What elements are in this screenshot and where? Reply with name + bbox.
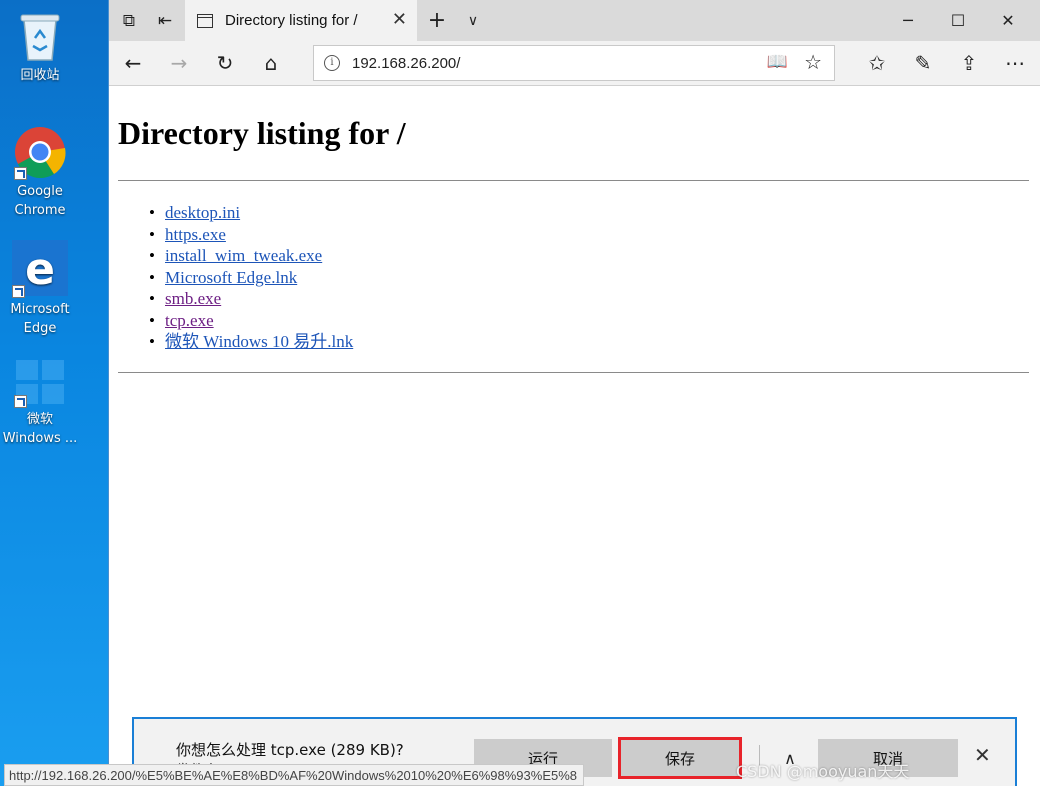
- desktop-icon-microsoft-edge[interactable]: e Microsoft Edge: [0, 240, 80, 338]
- recycle-bin-icon: [18, 10, 62, 62]
- set-aside-tabs-icon[interactable]: ⧉: [111, 0, 147, 41]
- address-bar[interactable]: i 192.168.26.200/ 📖 ☆: [313, 45, 835, 81]
- desktop-icon-label: 微软 Windows ...: [2, 412, 78, 446]
- desktop-icon-label: Microsoft Edge: [10, 302, 70, 336]
- reading-view-icon[interactable]: 📖: [767, 52, 788, 72]
- home-icon[interactable]: ⌂: [253, 45, 289, 81]
- file-link-desktop-ini[interactable]: desktop.ini: [165, 203, 240, 222]
- list-item: Microsoft Edge.lnk: [149, 267, 353, 289]
- close-download-bar-icon[interactable]: ✕: [974, 743, 991, 767]
- divider-top: [118, 180, 1029, 181]
- list-item: desktop.ini: [149, 202, 353, 224]
- share-icon[interactable]: ⇪: [951, 45, 987, 81]
- list-item: https.exe: [149, 224, 353, 246]
- shortcut-arrow-icon: [14, 395, 27, 408]
- refresh-icon[interactable]: ↻: [207, 45, 243, 81]
- favorite-star-icon[interactable]: ☆: [804, 50, 822, 74]
- more-menu-icon[interactable]: ⋯: [997, 45, 1033, 81]
- forward-icon[interactable]: →: [161, 45, 197, 81]
- tab-title: Directory listing for /: [225, 12, 358, 29]
- web-note-pen-icon[interactable]: ✎: [905, 45, 941, 81]
- tab-preview-chevron-icon[interactable]: ∨: [455, 0, 491, 41]
- desktop-icon-recycle-bin[interactable]: 回收站: [0, 10, 80, 85]
- edge-browser-window: ⧉ ⇤ Directory listing for / ✕ + ∨ ─ ☐ ✕ …: [108, 0, 1040, 786]
- navigation-bar: ← → ↻ ⌂ i 192.168.26.200/ 📖 ☆ ✩ ✎ ⇪ ⋯: [109, 41, 1040, 86]
- file-link-tcp-exe[interactable]: tcp.exe: [165, 311, 214, 330]
- edge-icon: e: [12, 240, 68, 298]
- tab-directory-listing[interactable]: Directory listing for / ✕: [185, 0, 417, 41]
- desktop-icon-label: Google Chrome: [14, 184, 66, 218]
- tabs-aside-icon[interactable]: ⇤: [147, 0, 183, 41]
- site-info-icon[interactable]: i: [324, 55, 340, 71]
- save-button[interactable]: 保存: [618, 737, 742, 779]
- back-icon[interactable]: ←: [115, 45, 151, 81]
- file-link-windows-upgrade[interactable]: 微软 Windows 10 易升.lnk: [165, 332, 353, 351]
- address-url[interactable]: 192.168.26.200/: [352, 55, 460, 72]
- svg-text:e: e: [25, 244, 55, 295]
- chrome-icon: [14, 126, 66, 180]
- file-link-edge-lnk[interactable]: Microsoft Edge.lnk: [165, 268, 297, 287]
- shortcut-arrow-icon: [14, 167, 27, 180]
- list-item: tcp.exe: [149, 310, 353, 332]
- minimize-icon[interactable]: ─: [885, 0, 931, 41]
- page-content: Directory listing for / desktop.ini http…: [109, 87, 1040, 786]
- watermark: CSDN @mooyuan天天: [736, 762, 910, 781]
- file-list: desktop.ini https.exe install_wim_tweak.…: [149, 202, 353, 353]
- desktop-icon-google-chrome[interactable]: Google Chrome: [0, 126, 80, 220]
- desktop-icon-windows-upgrade[interactable]: 微软 Windows ...: [0, 358, 80, 448]
- divider-bottom: [118, 372, 1029, 373]
- new-tab-icon[interactable]: +: [419, 0, 455, 41]
- page-icon: [197, 13, 213, 28]
- desktop: 回收站 Google Chrome e Microsoft Edge 微软 Wi…: [0, 0, 108, 786]
- maximize-icon[interactable]: ☐: [935, 0, 981, 41]
- windows-logo-icon: [14, 358, 66, 408]
- list-item: smb.exe: [149, 288, 353, 310]
- favorites-hub-icon[interactable]: ✩: [859, 45, 895, 81]
- tab-bar: ⧉ ⇤ Directory listing for / ✕ + ∨ ─ ☐ ✕: [109, 0, 1040, 41]
- list-item: install_wim_tweak.exe: [149, 245, 353, 267]
- download-question: 你想怎么处理 tcp.exe (289 KB)?: [176, 741, 404, 759]
- close-window-icon[interactable]: ✕: [985, 0, 1031, 41]
- file-link-install-wim-tweak[interactable]: install_wim_tweak.exe: [165, 246, 322, 265]
- close-tab-icon[interactable]: ✕: [392, 9, 407, 30]
- page-title: Directory listing for /: [118, 115, 406, 151]
- list-item: 微软 Windows 10 易升.lnk: [149, 331, 353, 353]
- status-bar-url: http://192.168.26.200/%E5%BE%AE%E8%BD%AF…: [4, 764, 584, 786]
- file-link-https-exe[interactable]: https.exe: [165, 225, 226, 244]
- shortcut-arrow-icon: [12, 285, 25, 298]
- file-link-smb-exe[interactable]: smb.exe: [165, 289, 221, 308]
- desktop-icon-label: 回收站: [20, 68, 60, 83]
